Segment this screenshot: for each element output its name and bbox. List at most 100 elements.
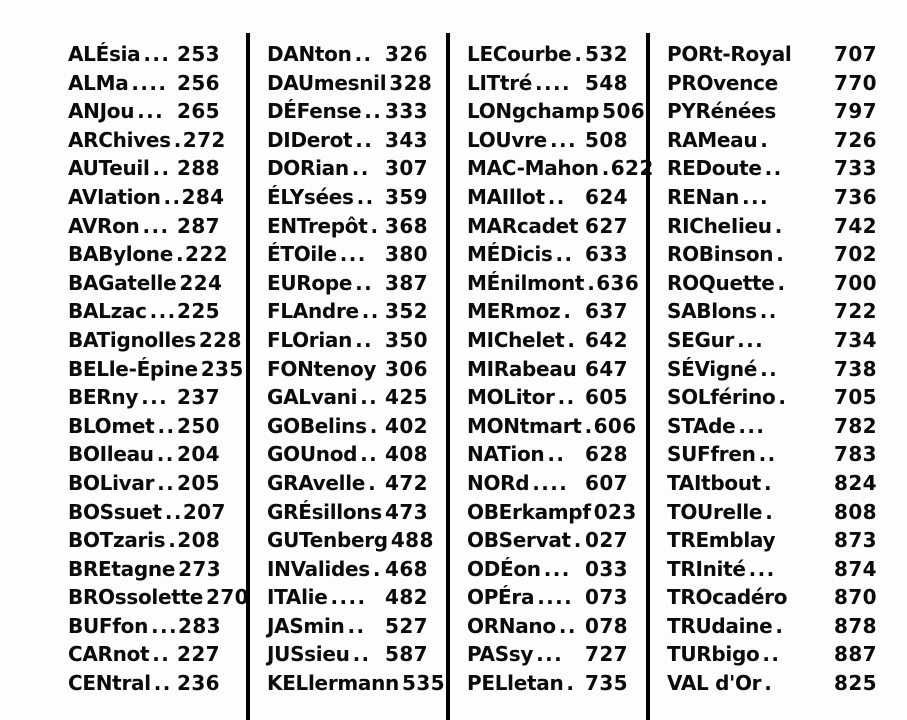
- exchange-row[interactable]: ANJou... 265: [68, 97, 250, 126]
- exchange-row[interactable]: FLOrian.. 350: [267, 326, 450, 355]
- exchange-row[interactable]: OBServat. 027: [467, 526, 650, 555]
- exchange-row[interactable]: DORian.. 307: [267, 154, 450, 183]
- exchange-name-group: BAGatelle: [68, 269, 179, 298]
- exchange-row[interactable]: MARcadet 627: [467, 212, 650, 241]
- exchange-row[interactable]: GRÉsillons 473: [267, 498, 450, 527]
- exchange-row[interactable]: RAMeau. 726: [667, 126, 907, 155]
- exchange-row[interactable]: ARChives. 272: [68, 126, 250, 155]
- exchange-row[interactable]: REDoute.. 733: [667, 154, 907, 183]
- exchange-row[interactable]: BALzac... 225: [68, 297, 250, 326]
- exchange-row[interactable]: BELle-Épine 235: [68, 355, 250, 384]
- exchange-row[interactable]: ORNano.. 078: [467, 612, 650, 641]
- exchange-row[interactable]: AVIation.. 284: [68, 183, 250, 212]
- exchange-name: BABylone: [68, 242, 174, 267]
- exchange-row[interactable]: NORd.... 607: [467, 469, 650, 498]
- exchange-row[interactable]: CENtral.. 236: [68, 669, 250, 698]
- exchange-row[interactable]: SÉVigné.. 738: [667, 355, 907, 384]
- exchange-row[interactable]: ROQuette. 700: [667, 269, 907, 298]
- exchange-row[interactable]: MERmoz. 637: [467, 297, 650, 326]
- exchange-row[interactable]: ÉLYsées.. 359: [267, 183, 450, 212]
- exchange-row[interactable]: SUFfren.. 783: [667, 440, 907, 469]
- exchange-row[interactable]: RICheIieu. 742: [667, 212, 907, 241]
- exchange-row[interactable]: MOLitor.. 605: [467, 383, 650, 412]
- exchange-row[interactable]: AVRon... 287: [68, 212, 250, 241]
- exchange-row[interactable]: BROssolette 270: [68, 583, 250, 612]
- exchange-row[interactable]: BOSsuet.. 207: [68, 498, 250, 527]
- exchange-row[interactable]: BOTzaris. 208: [68, 526, 250, 555]
- exchange-row[interactable]: BOLivar.. 205: [68, 469, 250, 498]
- exchange-row[interactable]: VAL d'Or. 825: [667, 669, 907, 698]
- leader-dots: ...: [143, 42, 171, 66]
- exchange-row[interactable]: OPÉra.... 073: [467, 583, 650, 612]
- exchange-row[interactable]: TRUdaine. 878: [667, 612, 907, 641]
- exchange-row[interactable]: PASsy... 727: [467, 640, 650, 669]
- exchange-row[interactable]: LOUvre... 508: [467, 126, 650, 155]
- exchange-row[interactable]: MAIllot.. 624: [467, 183, 650, 212]
- exchange-row[interactable]: INValides. 468: [267, 555, 450, 584]
- exchange-row[interactable]: MIRabeau 647: [467, 355, 650, 384]
- exchange-row[interactable]: SEGur... 734: [667, 326, 907, 355]
- exchange-row[interactable]: TRInité... 874: [667, 555, 907, 584]
- exchange-row[interactable]: BAGatelle 224: [68, 269, 250, 298]
- exchange-name-group: ROQuette.: [667, 269, 787, 298]
- exchange-row[interactable]: GOBelins. 402: [267, 412, 450, 441]
- exchange-row[interactable]: DÉFense.. 333: [267, 97, 450, 126]
- exchange-row[interactable]: EURope.. 387: [267, 269, 450, 298]
- exchange-row[interactable]: AUTeuil.. 288: [68, 154, 250, 183]
- exchange-row[interactable]: GALvani.. 425: [267, 383, 450, 412]
- exchange-row[interactable]: SABlons.. 722: [667, 297, 907, 326]
- exchange-row[interactable]: TURbigo.. 887: [667, 640, 907, 669]
- exchange-row[interactable]: PELletan. 735: [467, 669, 650, 698]
- exchange-row[interactable]: GUTenberg 488: [267, 526, 450, 555]
- exchange-row[interactable]: DAUmesnil 328: [267, 69, 450, 98]
- exchange-row[interactable]: KELlermann 535: [267, 669, 450, 698]
- exchange-code: 205: [177, 470, 220, 495]
- exchange-row[interactable]: RENan... 736: [667, 183, 907, 212]
- exchange-row[interactable]: TREmblay 873: [667, 526, 907, 555]
- exchange-row[interactable]: PORt-Royal 707: [667, 40, 907, 69]
- exchange-row[interactable]: BATignolles 228: [68, 326, 250, 355]
- exchange-row[interactable]: FONtenoy 306: [267, 355, 450, 384]
- exchange-row[interactable]: ALMa.... 256: [68, 69, 250, 98]
- exchange-row[interactable]: ALÉsia... 253: [68, 40, 250, 69]
- exchange-row[interactable]: ODÉon... 033: [467, 555, 650, 584]
- exchange-row[interactable]: CARnot.. 227: [68, 640, 250, 669]
- exchange-row[interactable]: ÉTOile... 380: [267, 240, 450, 269]
- exchange-row[interactable]: BERny... 237: [68, 383, 250, 412]
- exchange-row[interactable]: LONgchamp 506: [467, 97, 650, 126]
- exchange-row[interactable]: PYRénées 797: [667, 97, 907, 126]
- exchange-row[interactable]: DANton.. 326: [267, 40, 450, 69]
- exchange-row[interactable]: ROBinson. 702: [667, 240, 907, 269]
- exchange-row[interactable]: LECourbe. 532: [467, 40, 650, 69]
- exchange-row[interactable]: BABylone. 222: [68, 240, 250, 269]
- exchange-row[interactable]: JASmin.. 527: [267, 612, 450, 641]
- exchange-row[interactable]: JUSsieu.. 587: [267, 640, 450, 669]
- exchange-row[interactable]: LITtré.... 548: [467, 69, 650, 98]
- exchange-row[interactable]: DIDerot.. 343: [267, 126, 450, 155]
- exchange-name: ALMa: [68, 70, 129, 95]
- exchange-row[interactable]: TAItbout. 824: [667, 469, 907, 498]
- exchange-row[interactable]: PROvence 770: [667, 69, 907, 98]
- exchange-row[interactable]: BLOmet.. 250: [68, 412, 250, 441]
- exchange-row[interactable]: MAC-Mahon. 622: [467, 154, 653, 183]
- exchange-row[interactable]: TROcadéro 870: [667, 583, 907, 612]
- exchange-row[interactable]: SOLférino. 705: [667, 383, 907, 412]
- exchange-row[interactable]: STAde... 782: [667, 412, 907, 441]
- exchange-row[interactable]: GOUnod.. 408: [267, 440, 450, 469]
- exchange-row[interactable]: ITAlie.... 482: [267, 583, 450, 612]
- exchange-name: BROssolette: [68, 585, 204, 610]
- exchange-row[interactable]: NATion.. 628: [467, 440, 650, 469]
- exchange-row[interactable]: TOUrelle. 808: [667, 498, 907, 527]
- exchange-row[interactable]: MONtmart. 606: [467, 412, 650, 441]
- exchange-row[interactable]: ENTrepôt. 368: [267, 212, 450, 241]
- exchange-row[interactable]: BOIleau.. 204: [68, 440, 250, 469]
- exchange-name: FONtenoy: [267, 356, 377, 381]
- exchange-row[interactable]: BUFfon... 283: [68, 612, 250, 641]
- exchange-row[interactable]: MÉnilmont. 636: [467, 269, 650, 298]
- exchange-row[interactable]: GRAvelle. 472: [267, 469, 450, 498]
- exchange-row[interactable]: MIChelet. 642: [467, 326, 650, 355]
- exchange-row[interactable]: BREtagne 273: [68, 555, 250, 584]
- exchange-row[interactable]: FLAndre.. 352: [267, 297, 450, 326]
- exchange-row[interactable]: OBErkampf 023: [467, 498, 650, 527]
- exchange-row[interactable]: MÉDicis.. 633: [467, 240, 650, 269]
